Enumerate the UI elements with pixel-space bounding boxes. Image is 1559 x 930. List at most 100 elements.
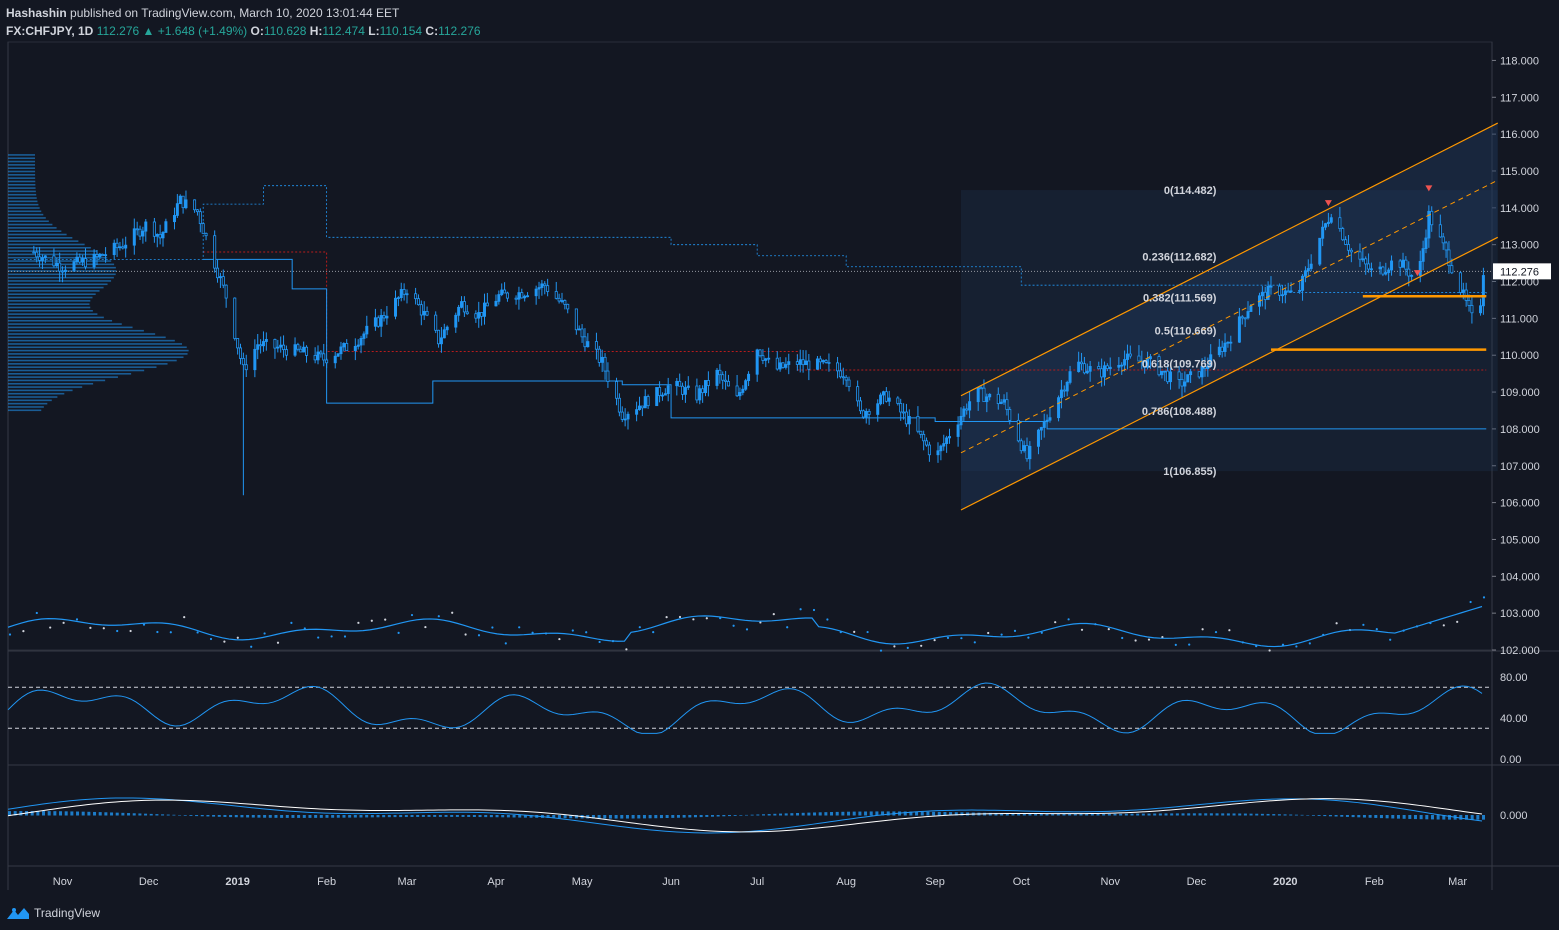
candle-body xyxy=(927,444,931,456)
volatility-dot xyxy=(35,611,38,615)
volume-profile-bar xyxy=(8,154,36,156)
volatility-line xyxy=(7,605,1483,648)
candle-body xyxy=(678,380,682,387)
volatility-dot xyxy=(518,626,521,629)
candle-body xyxy=(425,311,429,316)
candle-body xyxy=(721,374,725,381)
rsi-tick-label: 40.00 xyxy=(1500,713,1528,725)
candle-body xyxy=(1318,237,1322,265)
candle-body xyxy=(884,391,888,402)
candle-body xyxy=(1062,389,1066,392)
chart-canvas[interactable]: 102.000 103.000 104.000 105.000 106.000 107.0… xyxy=(0,0,1559,900)
volatility-dot xyxy=(1080,628,1084,631)
candle-body xyxy=(1019,440,1023,452)
candle-body xyxy=(574,308,578,331)
candle-body xyxy=(256,344,260,350)
price-tick-label: 103.000 xyxy=(1500,608,1540,620)
candle-body xyxy=(414,293,418,300)
time-tick-label: Dec xyxy=(1187,876,1207,888)
macd-histogram-bar xyxy=(1136,813,1140,816)
volume-profile-bar xyxy=(8,336,166,339)
volatility-dot xyxy=(250,645,253,648)
macd-histogram-bar xyxy=(710,815,714,817)
volatility-dot xyxy=(410,613,414,617)
candle-body xyxy=(1022,445,1026,452)
volatility-dot xyxy=(1188,643,1191,646)
macd-histogram-bar xyxy=(1408,815,1412,819)
candle-body xyxy=(132,228,136,246)
time-tick-label: Aug xyxy=(836,876,856,888)
candle-body xyxy=(1085,370,1089,374)
macd-histogram-bar xyxy=(1124,813,1128,816)
macd-histogram-bar xyxy=(1447,815,1451,820)
candle-body xyxy=(460,301,464,308)
macd-histogram-bar xyxy=(1204,813,1208,816)
candle-body xyxy=(1306,268,1310,272)
candle-body xyxy=(784,364,788,368)
volume-profile-bar xyxy=(8,346,187,349)
macd-histogram-bar xyxy=(149,813,153,816)
macd-histogram-bar xyxy=(172,814,176,816)
volume-profile-bar xyxy=(8,180,36,183)
tradingview-logo-icon[interactable] xyxy=(6,905,30,921)
candle-body xyxy=(345,343,349,352)
volume-profile-bar xyxy=(8,406,44,408)
candle-body xyxy=(996,393,1000,405)
candle-body xyxy=(1421,248,1425,262)
candle-body xyxy=(175,203,179,216)
macd-histogram-bar xyxy=(1328,815,1332,817)
candle-body xyxy=(1450,265,1454,274)
macd-histogram-bar xyxy=(410,815,414,817)
brand-name[interactable]: TradingView xyxy=(34,906,100,920)
candle-body xyxy=(325,359,329,364)
candle-body xyxy=(982,387,986,403)
volume-profile-bar xyxy=(8,409,42,412)
volatility-dot xyxy=(1456,620,1459,623)
candle-body xyxy=(1349,249,1353,253)
macd-histogram-bar xyxy=(217,815,221,817)
macd-histogram-bar xyxy=(472,815,476,818)
volatility-dot xyxy=(1469,600,1472,604)
candle-body xyxy=(35,251,39,258)
candle-body xyxy=(1338,217,1342,229)
candle-body xyxy=(798,359,802,365)
macd-histogram-bar xyxy=(1175,813,1179,816)
candle-body xyxy=(445,326,449,331)
volume-profile-bar xyxy=(8,300,91,302)
price-tick-label: 115.000 xyxy=(1500,166,1539,178)
macd-histogram-bar xyxy=(433,815,437,817)
candle-body xyxy=(965,408,969,411)
volume-profile-bar xyxy=(8,326,133,329)
volume-profile-bar xyxy=(8,213,44,216)
time-tick-label: Jun xyxy=(662,876,680,888)
candle-body xyxy=(1045,419,1049,423)
candle-body xyxy=(818,358,822,363)
candle-body xyxy=(1298,289,1302,292)
volatility-dot xyxy=(678,615,682,619)
macd-histogram-bar xyxy=(1113,813,1117,816)
candle-body xyxy=(78,256,82,263)
candle-body xyxy=(419,304,423,316)
volume-profile-bar xyxy=(8,343,183,345)
macd-histogram-bar xyxy=(926,811,930,816)
volatility-dot xyxy=(866,630,869,634)
macd-histogram-bar xyxy=(733,815,737,816)
volatility-dot xyxy=(1375,627,1378,631)
macd-histogram-bar xyxy=(1181,813,1185,816)
volume-profile-bar xyxy=(8,382,94,385)
macd-histogram-bar xyxy=(693,815,697,818)
price-tick-label: 106.000 xyxy=(1500,498,1540,510)
candle-body xyxy=(379,315,383,327)
macd-histogram-bar xyxy=(557,815,561,819)
candle-body xyxy=(1160,370,1164,376)
volatility-dot xyxy=(692,618,695,621)
macd-histogram-bar xyxy=(64,811,68,816)
volatility-dot xyxy=(156,630,159,634)
price-tick-label: 118.000 xyxy=(1500,55,1539,67)
candle-body xyxy=(302,346,306,353)
macd-histogram-bar xyxy=(87,811,91,816)
candle-body xyxy=(1329,217,1333,223)
price-tick-label: 110.000 xyxy=(1500,350,1539,362)
candle-body xyxy=(606,370,610,382)
candle-body xyxy=(503,289,507,294)
